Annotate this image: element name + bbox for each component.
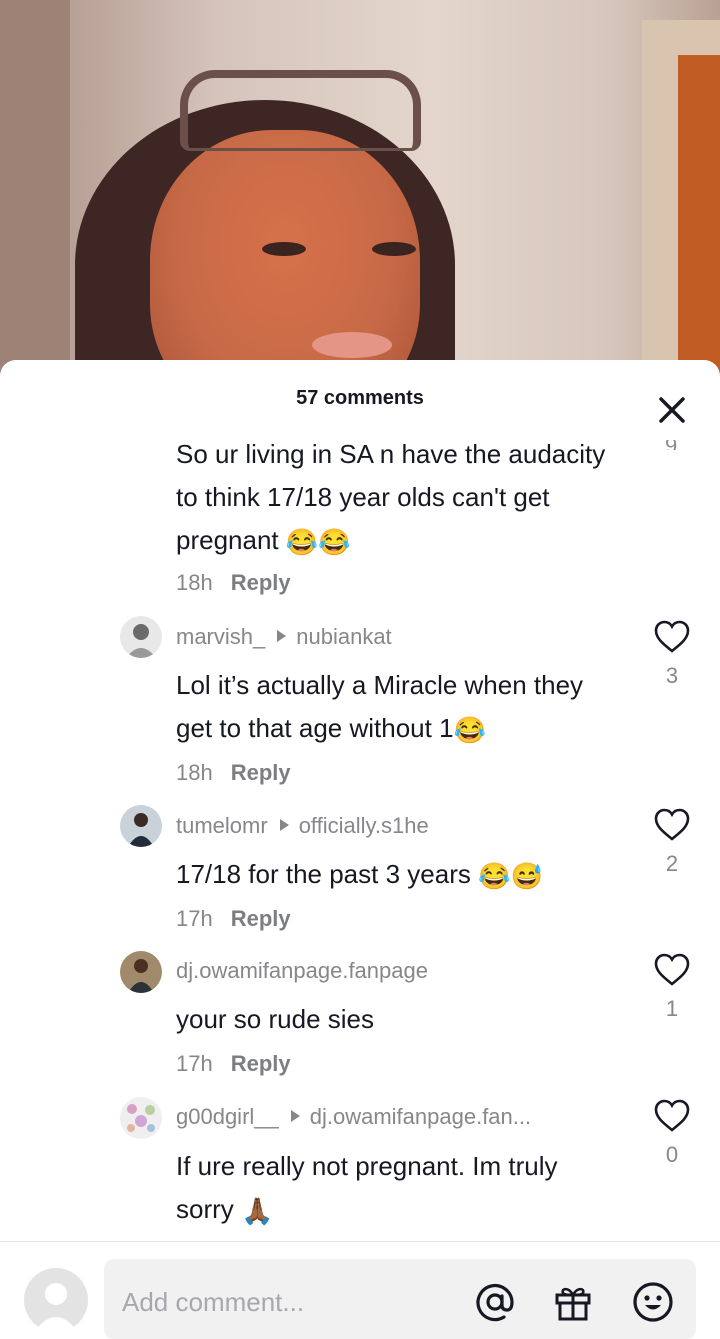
comment-username-line: dj.owamifanpage.fanpage xyxy=(176,958,428,984)
comment-username-line: tumelomr officially.s1he xyxy=(176,813,429,839)
reply-button[interactable]: Reply xyxy=(231,760,291,785)
mention-icon[interactable] xyxy=(472,1279,518,1325)
reply-button[interactable]: Reply xyxy=(231,1051,291,1076)
like-count: 2 xyxy=(665,851,679,876)
comment-time: 17h xyxy=(176,1051,213,1076)
heart-icon[interactable] xyxy=(652,617,692,657)
comment-time: 18h xyxy=(176,760,213,785)
avatar[interactable] xyxy=(120,951,162,993)
reply-to-username[interactable]: nubiankat xyxy=(296,624,391,649)
username[interactable]: dj.owamifanpage.fanpage xyxy=(176,958,428,983)
comment-meta: 18h Reply xyxy=(176,570,291,596)
comments-sheet: 57 comments 9 So ur living in SA n have … xyxy=(0,360,720,1327)
emoji-icon[interactable] xyxy=(630,1279,676,1325)
comment-username-line: g00dgirl__ dj.owamifanpage.fan... xyxy=(176,1104,531,1130)
heart-icon[interactable] xyxy=(652,805,692,845)
comment-time: 17h xyxy=(176,906,213,931)
avatar[interactable] xyxy=(120,805,162,847)
sunglasses xyxy=(180,70,421,151)
comment-input[interactable]: Add comment... xyxy=(104,1259,696,1339)
comment-meta: 17h Reply xyxy=(176,1051,291,1077)
door xyxy=(678,55,720,380)
username[interactable]: g00dgirl__ xyxy=(176,1104,279,1129)
reply-to-username[interactable]: officially.s1he xyxy=(299,813,429,838)
laughing-emoji: 😂😂 xyxy=(285,527,351,558)
close-icon[interactable] xyxy=(652,390,692,430)
comment-meta: 18h Reply xyxy=(176,760,291,786)
gift-icon[interactable] xyxy=(550,1279,596,1325)
add-comment-bar: Add comment... xyxy=(0,1241,720,1339)
video-background[interactable] xyxy=(0,0,720,380)
username[interactable]: marvish_ xyxy=(176,624,265,649)
praying-hands-emoji: 🙏🏾 xyxy=(241,1196,274,1227)
wall-edge xyxy=(0,0,70,380)
comment-username-line: marvish_ nubiankat xyxy=(176,624,392,650)
heart-icon[interactable] xyxy=(652,1096,692,1136)
comment-text: If ure really not pregnant. Im truly sor… xyxy=(176,1151,558,1227)
comment-time: 18h xyxy=(176,570,213,595)
reply-arrow-icon xyxy=(290,1110,300,1122)
comment-meta: 17h Reply xyxy=(176,906,291,932)
left-eye xyxy=(262,242,306,256)
avatar[interactable] xyxy=(120,616,162,658)
like-count: 3 xyxy=(665,663,679,688)
reply-to-username[interactable]: dj.owamifanpage.fan... xyxy=(310,1104,531,1129)
laughing-emoji: 😂😅 xyxy=(478,861,543,892)
username[interactable]: tumelomr xyxy=(176,813,268,838)
lips xyxy=(312,332,392,358)
comment-input-placeholder: Add comment... xyxy=(122,1287,305,1317)
comment-text: your so rude sies xyxy=(176,1004,374,1034)
laughing-emoji: 😂 xyxy=(453,715,486,746)
my-avatar xyxy=(24,1268,88,1332)
comment-text: So ur living in SA n have the audacity t… xyxy=(176,439,606,558)
comments-count-title: 57 comments xyxy=(296,387,424,409)
avatar[interactable] xyxy=(120,1097,162,1139)
heart-icon[interactable] xyxy=(652,950,692,990)
comment-text: Lol it’s actually a Miracle when they ge… xyxy=(176,670,584,746)
like-count-partial: 9 xyxy=(665,440,677,450)
like-count: 1 xyxy=(665,996,679,1021)
reply-arrow-icon xyxy=(279,819,289,831)
right-eye xyxy=(372,242,416,256)
comment-text: 17/18 for the past 3 years 😂😅 xyxy=(176,859,543,892)
reply-button[interactable]: Reply xyxy=(231,570,291,595)
reply-arrow-icon xyxy=(277,630,287,642)
reply-button[interactable]: Reply xyxy=(231,906,291,931)
like-count: 0 xyxy=(665,1142,679,1167)
